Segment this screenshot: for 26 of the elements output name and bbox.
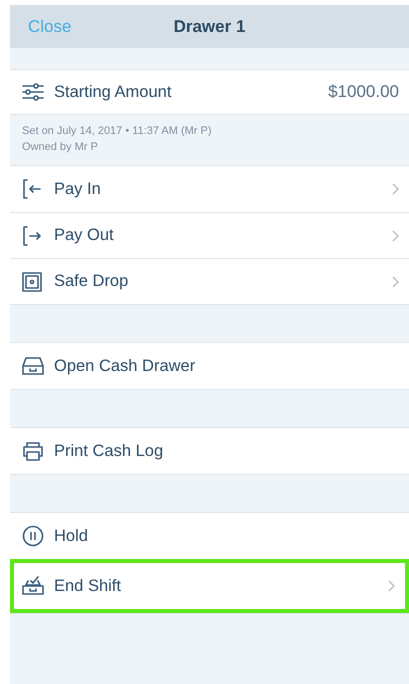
- pause-icon: [22, 525, 44, 547]
- menu-row[interactable]: Safe Drop: [10, 258, 409, 304]
- menu-row[interactable]: Print Cash Log: [10, 428, 409, 474]
- menu-row[interactable]: Pay Out: [10, 212, 409, 258]
- row-label: Safe Drop: [54, 272, 130, 291]
- row-label: End Shift: [54, 576, 122, 596]
- menu-row[interactable]: Pay In: [10, 166, 409, 212]
- menu-row[interactable]: Hold: [10, 513, 409, 559]
- row-label: Hold: [54, 526, 89, 546]
- amount-value: $1000.00: [328, 82, 399, 102]
- row-label: Pay Out: [54, 226, 115, 245]
- drawer-check-icon: [22, 576, 44, 596]
- row-label: Print Cash Log: [54, 442, 164, 460]
- menu-row[interactable]: End Shift: [10, 559, 409, 613]
- sliders-icon: [22, 83, 44, 101]
- safe-icon: [22, 272, 42, 292]
- printer-icon: [22, 441, 44, 461]
- screen-title: Drawer 1: [174, 16, 246, 36]
- starting-amount-row[interactable]: Starting Amount $1000.00: [10, 69, 409, 115]
- info-text: Set on July 14, 2017 • 11:37 AM (Mr P): [22, 124, 213, 139]
- row-label: Open Cash Drawer: [54, 356, 196, 376]
- menu-row[interactable]: Open Cash Drawer: [10, 343, 409, 389]
- info-text: Owned by Mr P: [22, 140, 99, 155]
- row-label: Pay In: [54, 180, 102, 198]
- drawer-icon: [22, 356, 44, 376]
- row-label: Starting Amount: [54, 82, 172, 102]
